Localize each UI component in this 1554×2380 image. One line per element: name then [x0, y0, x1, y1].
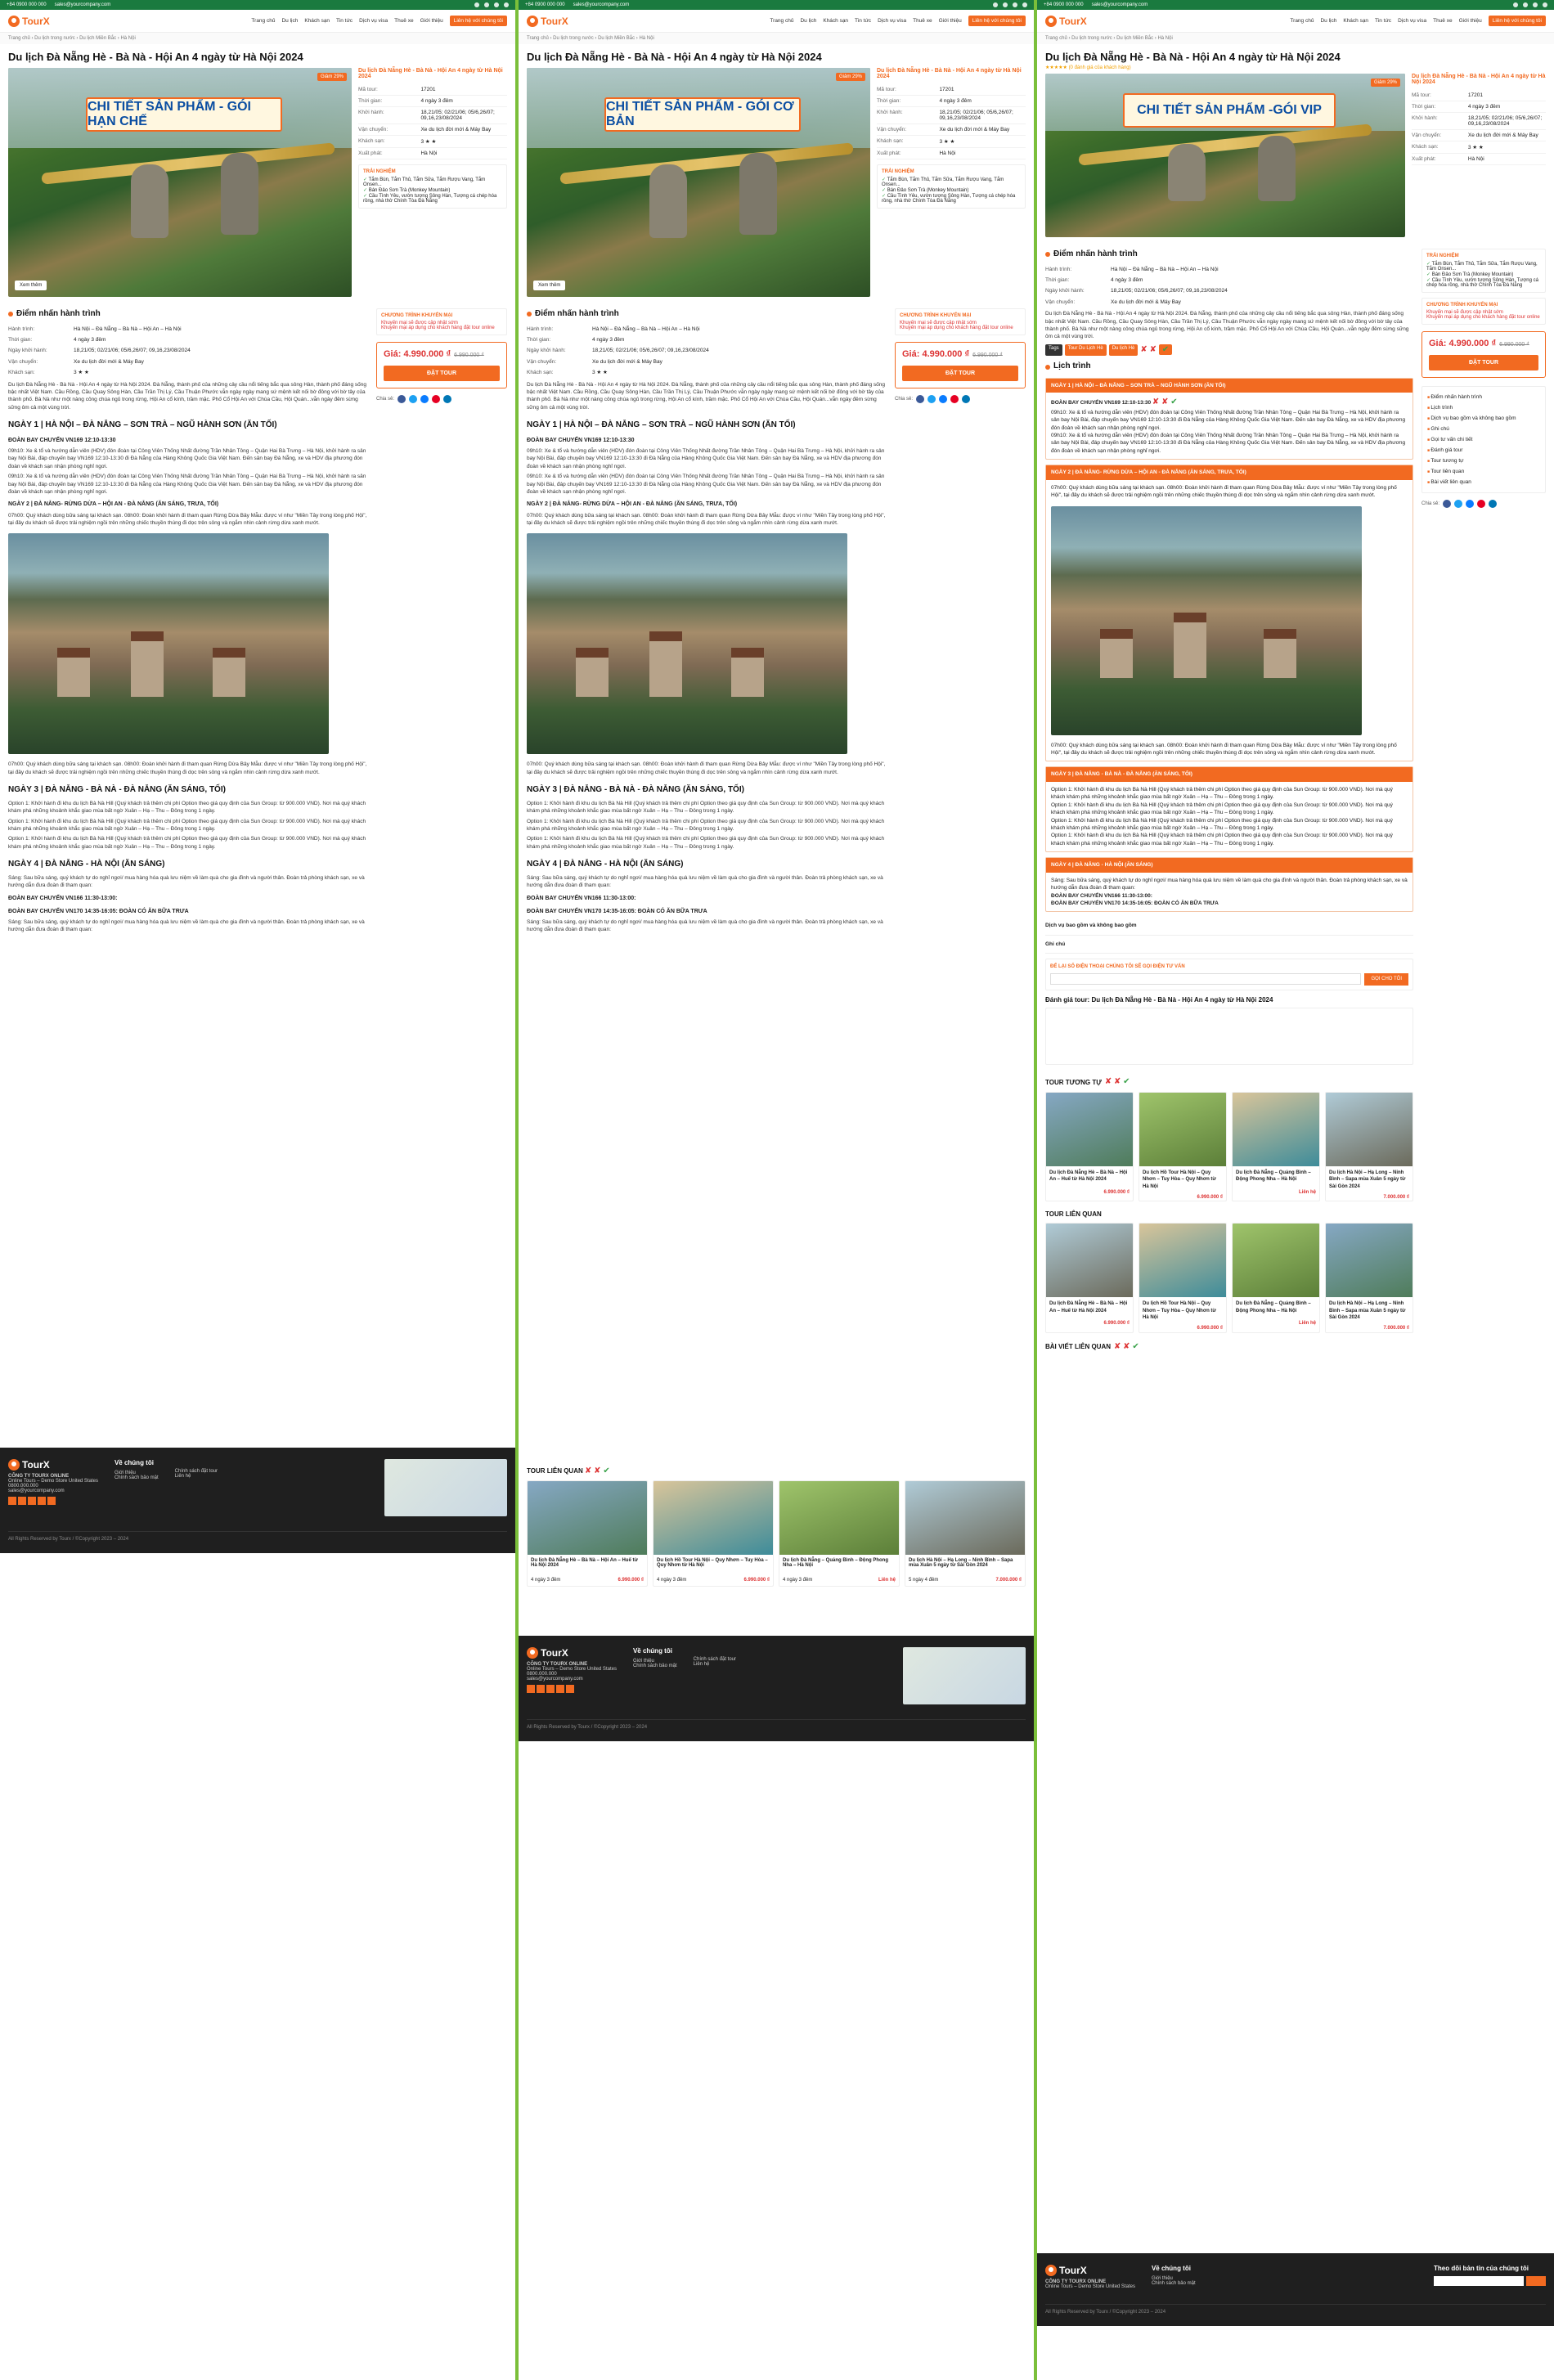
- nav-travel[interactable]: Du lịch: [281, 18, 298, 24]
- linkedin-icon[interactable]: [443, 395, 452, 403]
- rating-line: ★★★★★ (0 đánh giá của khách hàng): [1045, 65, 1131, 70]
- day-4-title: NGÀY 4 | ĐÀ NẴNG - HÀ NỘI (ĂN SÁNG): [8, 860, 165, 869]
- hero-banner: CHI TIẾT SẢN PHẨM - GÓI HẠN CHẾ: [86, 97, 282, 132]
- related-tours: TOUR LIÊN QUAN ✘ ✘ ✔ Du lịch Đà Nẵng Hè …: [519, 1460, 1034, 1593]
- hero-image[interactable]: CHI TIẾT SẢN PHẨM - GÓI HẠN CHẾ Giảm 29%…: [8, 68, 352, 297]
- table-of-contents: Điểm nhấn hành trình Lịch trình Dịch vụ …: [1422, 386, 1546, 493]
- nav-about[interactable]: Giới thiệu: [420, 18, 443, 24]
- top-bar: +84 0900 000 000 sales@yourcompany.com: [0, 0, 515, 10]
- page-title: Du lịch Đà Nẵng Hè - Bà Nà - Hội An 4 ng…: [8, 51, 303, 63]
- logo-icon: [8, 15, 20, 27]
- promo-box: CHƯƠNG TRÌNH KHUYẾN MẠI Khuyến mại sẽ đư…: [376, 308, 507, 335]
- phone-text[interactable]: +84 0900 000 000: [7, 2, 47, 7]
- social-icons: [474, 2, 509, 7]
- twitter-icon[interactable]: [484, 2, 489, 7]
- facebook-icon[interactable]: [474, 2, 479, 7]
- call-me-button[interactable]: GỌI CHO TÔI: [1364, 972, 1408, 986]
- twitter-icon[interactable]: [409, 395, 418, 403]
- panel-vip: +84 0900 000 000 sales@yourcompany.com T…: [1037, 0, 1554, 2380]
- email-text[interactable]: sales@yourcompany.com: [55, 2, 111, 7]
- breadcrumb[interactable]: Trang chủ › Du lịch trong nước › Du lịch…: [0, 33, 515, 44]
- itinerary-main: Điểm nhấn hành trình Hành trình: Hà Nội –…: [8, 308, 368, 933]
- price-box: Giá: 4.990.000 ₫ 6.990.000 ₫ ĐẶT TOUR: [376, 342, 507, 388]
- site-footer: TourX CÔNG TY TOURX ONLINE Online Tours …: [0, 1448, 515, 1553]
- tags: Tags Tour Du Lịch Hè Du lịch Hè ✘ ✘ ✔: [1045, 344, 1413, 357]
- nav-hotel[interactable]: Khách sạn: [304, 18, 330, 24]
- site-header: TourX Trang chủ Du lịch Khách sạn Tin tứ…: [0, 10, 515, 33]
- panel-limited: +84 0900 000 000 sales@yourcompany.com T…: [0, 0, 515, 2380]
- day-3-title: NGÀY 3 | ĐÀ NẴNG - BÀ NÀ - ĐÀ NẴNG (ĂN S…: [8, 785, 226, 795]
- book-tour-button[interactable]: ĐẶT TOUR: [384, 366, 500, 381]
- hero-image[interactable]: CHI TIẾT SẢN PHẨM - GÓI CƠ BẢN Giảm 29% …: [527, 68, 870, 297]
- nav-home[interactable]: Trang chủ: [251, 18, 275, 24]
- site-logo[interactable]: TourX: [8, 15, 50, 27]
- tour-summary: Du lịch Đà Nẵng Hè - Bà Nà - Hội An 4 ng…: [358, 68, 507, 297]
- youtube-icon[interactable]: [504, 2, 509, 7]
- footer-map[interactable]: [384, 1459, 507, 1516]
- facebook-icon[interactable]: [397, 395, 406, 403]
- phone-input[interactable]: [1050, 972, 1362, 985]
- messenger-icon[interactable]: [420, 395, 429, 403]
- review-box[interactable]: [1045, 1008, 1413, 1066]
- intro-text: Du lịch Đà Nẵng Hè - Bà Nà - Hội An 4 ng…: [8, 381, 366, 411]
- panel-basic: +84 0900 000 000 sales@yourcompany.com T…: [519, 0, 1034, 2380]
- instagram-icon[interactable]: [494, 2, 499, 7]
- share-bar: Chia sẻ:: [376, 395, 507, 403]
- tour-info-table: Mã tour: 17201 Thời gian: 4 ngày 3 đêm Khở…: [358, 84, 507, 159]
- pinterest-icon[interactable]: [432, 395, 441, 403]
- nav-car[interactable]: Thuê xe: [394, 18, 414, 24]
- discount-badge: Giảm 29%: [317, 73, 347, 81]
- experience-box: TRẢI NGHIỆM Tắm Bùn, Tắm Thủ, Tắm Sữa, T…: [358, 164, 507, 209]
- booking-aside: CHƯƠNG TRÌNH KHUYẾN MẠI Khuyến mại sẽ đư…: [376, 303, 507, 936]
- nav-news[interactable]: Tin tức: [336, 18, 353, 24]
- main-nav: Trang chủ Du lịch Khách sạn Tin tức Dịch…: [251, 16, 507, 26]
- callback-form: ĐỂ LẠI SỐ ĐIỆN THOẠI CHÚNG TÔI SẼ GỌI ĐI…: [1045, 959, 1413, 990]
- day-1-title: NGÀY 1 | HÀ NỘI – ĐÀ NẴNG – SƠN TRÀ – NG…: [8, 420, 277, 430]
- price-value: 4.990.000 ₫: [403, 349, 451, 359]
- ba-na-photo[interactable]: [8, 533, 329, 755]
- nav-visa[interactable]: Dịch vụ visa: [359, 18, 388, 24]
- contact-button[interactable]: Liên hệ với chúng tôi: [449, 16, 507, 26]
- view-more-button[interactable]: Xem thêm: [15, 281, 47, 290]
- highlights-heading: Điểm nhấn hành trình: [8, 308, 368, 321]
- old-price: 6.990.000 ₫: [454, 353, 484, 358]
